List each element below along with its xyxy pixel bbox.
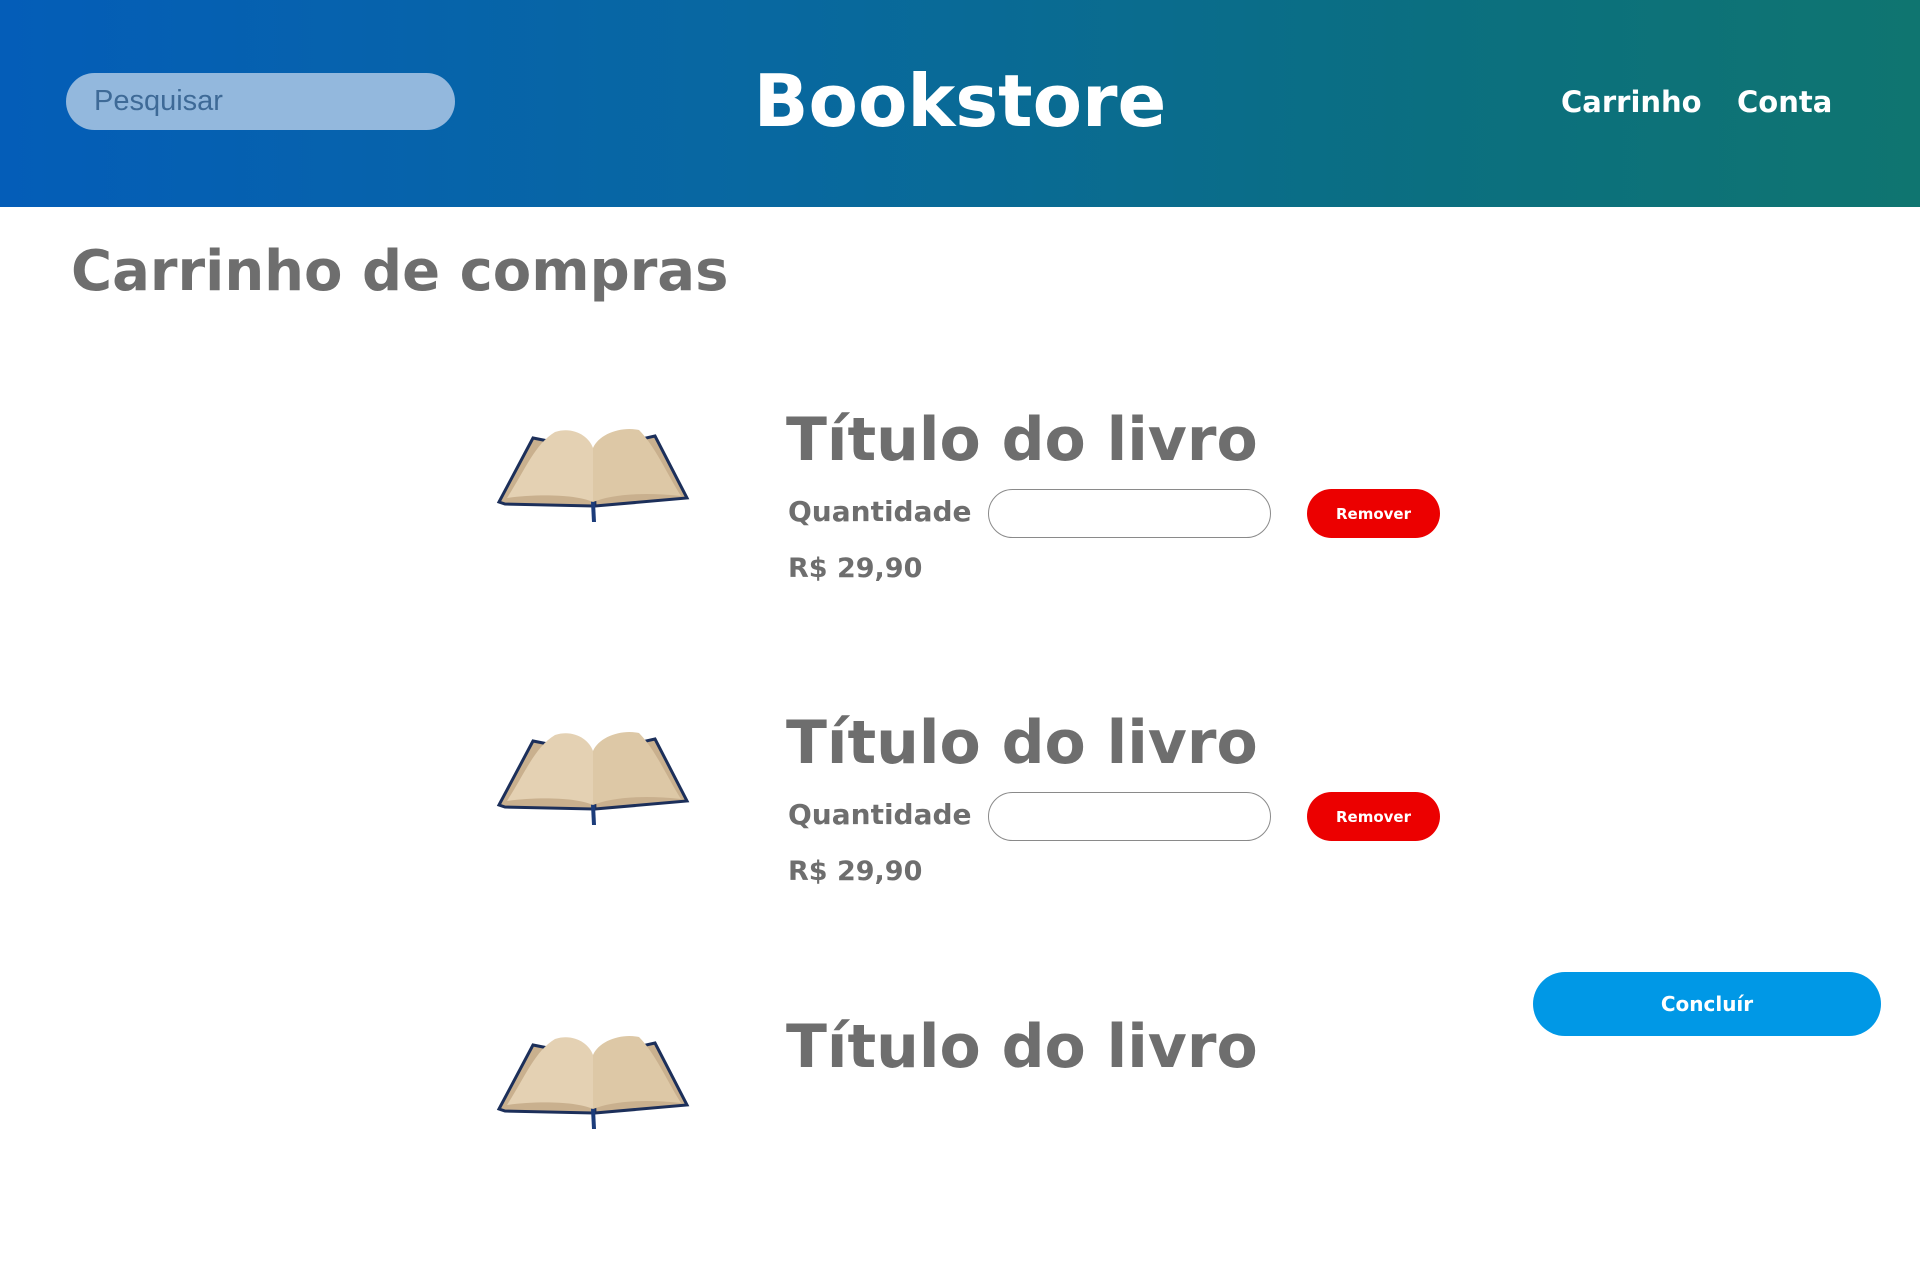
remove-button[interactable]: Remover — [1307, 489, 1440, 538]
brand-logo-text[interactable]: Bookstore — [700, 56, 1220, 146]
conclude-button[interactable]: Concluír — [1533, 972, 1881, 1036]
book-title: Título do livro — [786, 1012, 1258, 1082]
quantity-label: Quantidade — [788, 495, 972, 528]
quantity-label: Quantidade — [788, 798, 972, 831]
quantity-input[interactable] — [988, 792, 1271, 841]
book-price: R$ 29,90 — [788, 856, 923, 887]
nav-account-link[interactable]: Conta — [1737, 80, 1832, 124]
nav-cart-link[interactable]: Carrinho — [1561, 80, 1702, 124]
page-title: Carrinho de compras — [71, 239, 729, 304]
open-book-icon — [496, 428, 690, 522]
open-book-icon — [496, 731, 690, 825]
remove-button[interactable]: Remover — [1307, 792, 1440, 841]
open-book-icon — [496, 1035, 690, 1129]
search-input[interactable] — [66, 73, 455, 130]
quantity-input[interactable] — [988, 489, 1271, 538]
cart-item: Título do livro — [0, 1005, 1920, 1265]
book-price: R$ 29,90 — [788, 553, 923, 584]
cart-item: Título do livro Quantidade Remover R$ 29… — [0, 701, 1920, 961]
top-header: Bookstore Carrinho Conta — [0, 0, 1920, 207]
book-title: Título do livro — [786, 405, 1258, 475]
cart-item: Título do livro Quantidade Remover R$ 29… — [0, 398, 1920, 658]
book-title: Título do livro — [786, 708, 1258, 778]
